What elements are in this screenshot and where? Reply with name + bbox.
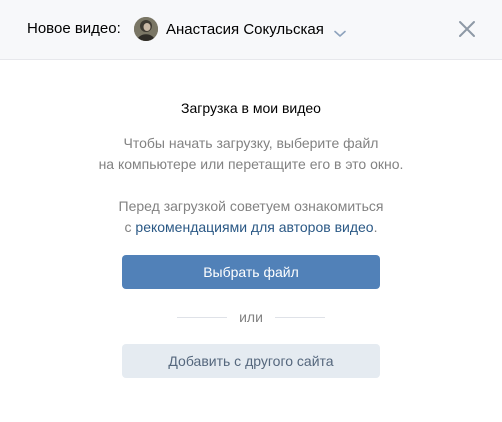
choose-file-button[interactable]: Выбрать файл	[122, 255, 380, 289]
divider-line-right	[275, 317, 325, 318]
or-divider: или	[0, 308, 502, 326]
dialog-header: Новое видео: Анастасия Сокульская	[0, 0, 502, 60]
upload-advice: Перед загрузкой советуем ознакомиться с …	[0, 196, 502, 238]
hint-line-1: Чтобы начать загрузку, выберите файл	[123, 135, 379, 151]
owner-selector[interactable]: Анастасия Сокульская	[160, 14, 346, 44]
author-guidelines-link[interactable]: рекомендациями для авторов видео	[135, 219, 373, 235]
close-button[interactable]	[456, 18, 478, 40]
avatar[interactable]	[134, 17, 158, 41]
or-label: или	[239, 309, 263, 325]
hint-line-2: на компьютере или перетащите его в это о…	[98, 156, 404, 172]
owner-name: Анастасия Сокульская	[166, 20, 324, 38]
advice-line-2: с рекомендациями для авторов видео.	[0, 217, 502, 238]
advice-line-1: Перед загрузкой советуем ознакомиться	[118, 198, 384, 214]
close-icon	[459, 21, 475, 37]
upload-title: Загрузка в мои видео	[181, 100, 321, 116]
dialog-title: Новое видео:	[27, 20, 121, 37]
chevron-down-icon	[334, 25, 346, 37]
add-from-site-button[interactable]: Добавить с другого сайта	[122, 344, 380, 378]
advice-prefix: с	[124, 219, 136, 235]
advice-suffix: .	[373, 219, 378, 235]
upload-hint: Чтобы начать загрузку, выберите файл на …	[0, 133, 502, 175]
new-video-dialog: Новое видео: Анастасия Сокульская Загруз…	[0, 0, 502, 422]
